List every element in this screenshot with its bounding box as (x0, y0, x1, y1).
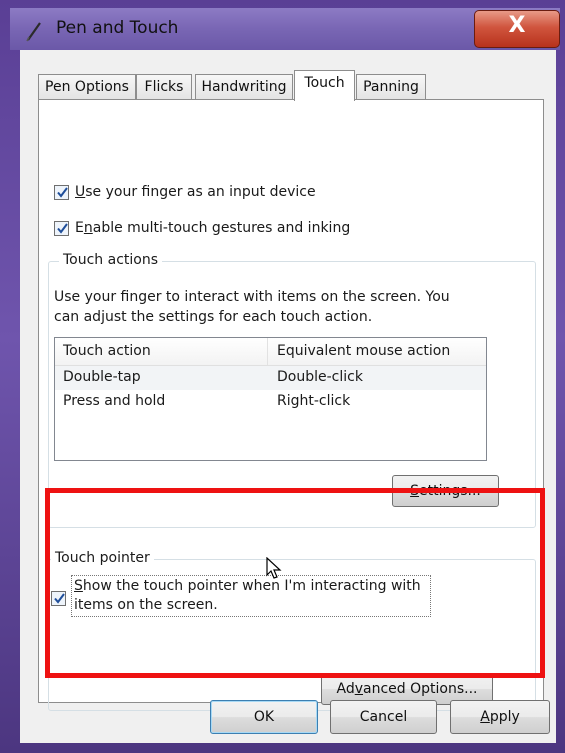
multitouch-checkbox[interactable] (54, 220, 69, 236)
multitouch-label: Enable multi-touch gestures and inking (75, 220, 351, 236)
show-pointer-checkbox[interactable] (51, 591, 66, 606)
checkmark-icon (57, 222, 68, 234)
list-header: Touch action Equivalent mouse action (55, 338, 486, 366)
use-finger-row[interactable]: Use your finger as an input device (54, 184, 316, 200)
mouse-action-cell: Right-click (277, 393, 351, 409)
mouse-cursor-icon (266, 557, 282, 579)
description-line-2: can adjust the settings for each touch a… (54, 309, 373, 325)
touch-actions-title: Touch actions (59, 252, 163, 268)
use-finger-checkbox[interactable] (54, 184, 69, 200)
cancel-button[interactable]: Cancel (330, 700, 437, 734)
list-item[interactable]: Press and hold Right-click (55, 390, 486, 414)
touch-action-cell: Press and hold (63, 393, 166, 409)
touch-pointer-group: Touch pointer Show the touch pointer whe… (48, 550, 536, 711)
title-bar[interactable]: Pen and Touch X (10, 8, 560, 50)
close-button[interactable]: X (474, 10, 560, 48)
pen-icon (26, 22, 41, 42)
close-icon: X (508, 13, 526, 38)
tab-flicks[interactable]: Flicks (136, 74, 192, 100)
column-mouse-action[interactable]: Equivalent mouse action (277, 343, 450, 359)
checkmark-icon (57, 186, 68, 198)
settings-button[interactable]: Settings... (392, 475, 499, 507)
ok-button[interactable]: OK (210, 700, 318, 734)
mouse-action-cell: Double-click (277, 369, 363, 385)
window-frame: Pen and Touch X Pen Options Flicks Handw… (0, 0, 565, 753)
show-pointer-label[interactable]: Show the touch pointer when I'm interact… (71, 575, 431, 617)
tab-panning[interactable]: Panning (356, 74, 426, 100)
column-touch-action[interactable]: Touch action (63, 343, 151, 359)
window-title: Pen and Touch (56, 18, 179, 38)
use-finger-label: Use your finger as an input device (75, 184, 316, 200)
column-separator (267, 338, 268, 365)
checkmark-icon (54, 593, 65, 604)
touch-actions-group: Touch actions Use your finger to interac… (48, 252, 536, 528)
tab-handwriting[interactable]: Handwriting (195, 74, 293, 100)
list-item[interactable]: Double-tap Double-click (55, 366, 486, 390)
touch-pointer-title: Touch pointer (51, 550, 154, 566)
tab-pen-options[interactable]: Pen Options (38, 74, 136, 100)
touch-actions-description: Use your finger to interact with items o… (54, 287, 450, 327)
tab-touch[interactable]: Touch (294, 70, 355, 101)
apply-button[interactable]: Apply (450, 700, 550, 734)
description-line-1: Use your finger to interact with items o… (54, 289, 450, 305)
touch-actions-list[interactable]: Touch action Equivalent mouse action Dou… (54, 337, 487, 461)
touch-tab-panel: Use your finger as an input device Enabl… (38, 99, 544, 711)
multitouch-row[interactable]: Enable multi-touch gestures and inking (54, 220, 350, 236)
touch-action-cell: Double-tap (63, 369, 141, 385)
dialog-client: Pen Options Flicks Handwriting Touch Pan… (20, 50, 556, 743)
show-pointer-text: Show the touch pointer when I'm interact… (74, 578, 421, 613)
